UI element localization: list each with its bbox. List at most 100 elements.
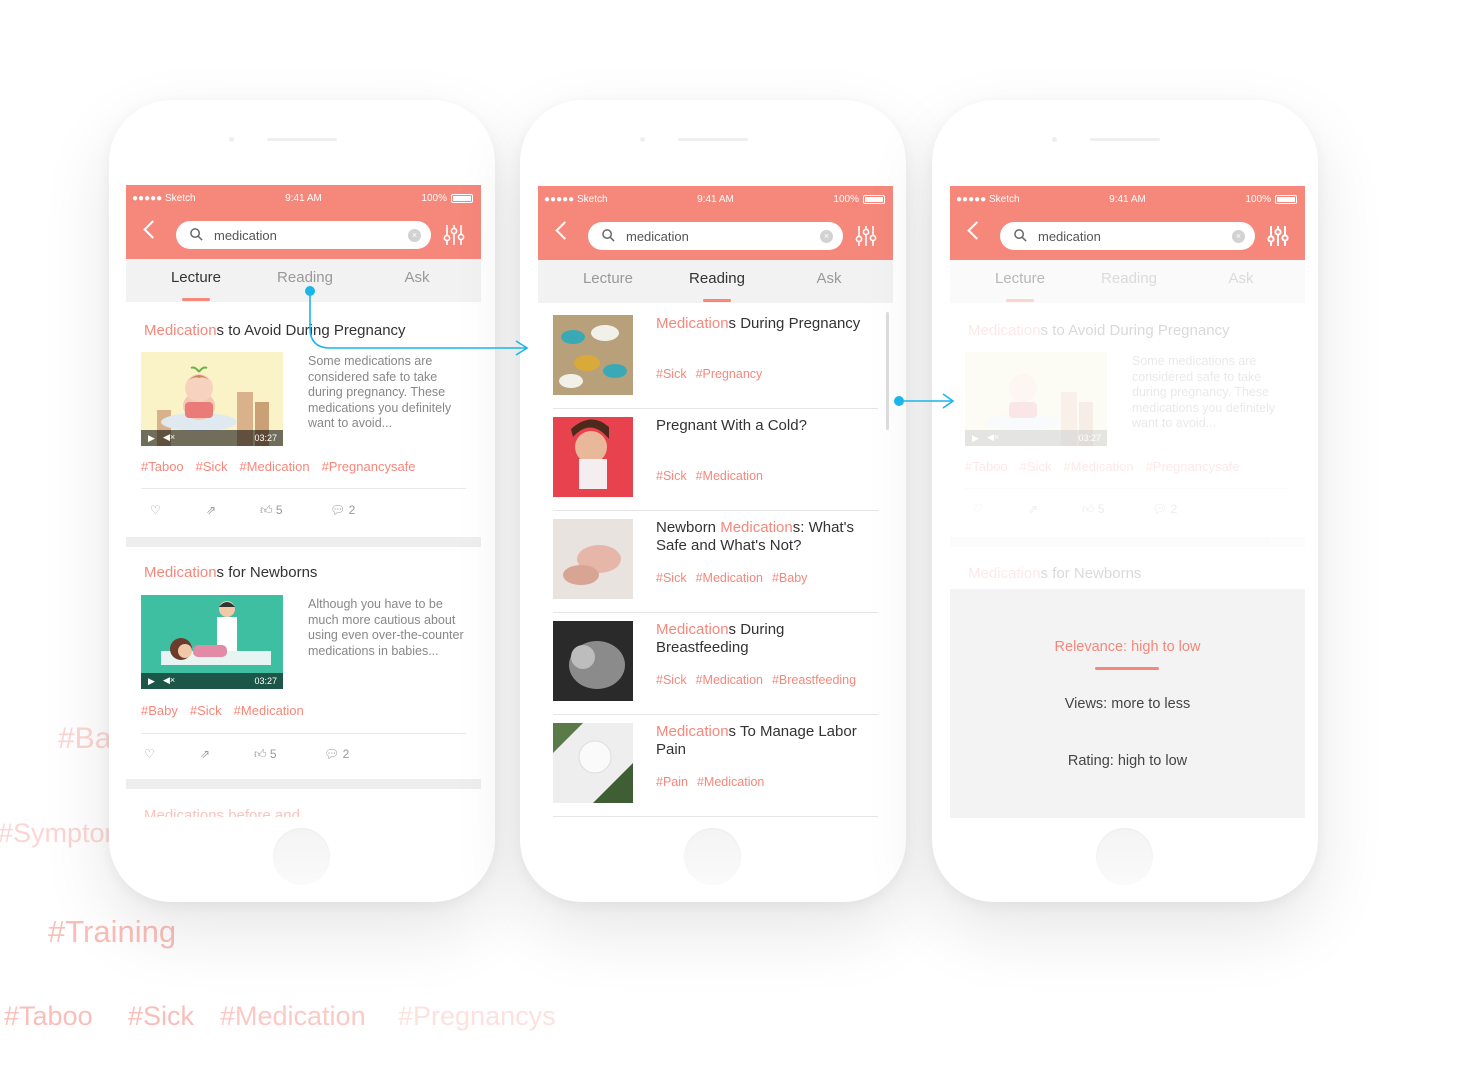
tag[interactable]: #Pregnancy (696, 367, 763, 381)
scrollbar[interactable] (886, 312, 889, 430)
tab-indicator (1006, 299, 1034, 302)
sort-option-views[interactable]: Views: more to less (950, 696, 1305, 712)
tag[interactable]: #Medication (234, 703, 304, 718)
heart-icon[interactable]: ♡ (150, 503, 161, 517)
app-header: ●●●●● Sketch 9:41 AM 100% × (126, 185, 481, 259)
tag[interactable]: #Medication (696, 571, 763, 585)
back-chevron-icon[interactable] (143, 220, 162, 239)
tag[interactable]: #Breastfeeding (772, 673, 856, 687)
divider (141, 488, 466, 489)
tab-lecture[interactable]: Lecture (970, 270, 1070, 302)
clear-search-icon[interactable]: × (1232, 230, 1245, 243)
tab-lecture[interactable]: Lecture (558, 270, 658, 287)
tag: #Sick (1019, 459, 1052, 474)
clear-search-icon[interactable]: × (820, 230, 833, 243)
dimmed-list: Medications to Avoid During Pregnancy ▶ ◀… (950, 303, 1305, 589)
comment-button[interactable]: 💬︎ 2 (324, 747, 349, 761)
filter-sliders-icon[interactable] (442, 223, 466, 247)
reading-item[interactable]: Medications During Breastfeeding #Sick #M… (553, 613, 878, 715)
camera-dot (229, 137, 234, 142)
comment-icon: 💬︎ (324, 747, 340, 761)
tag[interactable]: #Medication (239, 459, 309, 474)
comment-icon: 💬︎ 2 (1152, 502, 1178, 516)
tag[interactable]: #Sick (196, 459, 228, 474)
search-bar: × (176, 221, 431, 249)
mute-icon: ◀× (987, 432, 1000, 442)
tag[interactable]: #Medication (696, 469, 763, 483)
back-chevron-icon[interactable] (967, 221, 986, 240)
filter-sliders-icon[interactable] (854, 224, 878, 248)
video-thumbnail: ▶ ◀× 03:27 (965, 352, 1107, 446)
cold-woman-image (553, 417, 633, 497)
tab-indicator (703, 299, 731, 302)
camera-dot (640, 137, 645, 142)
bg-tag: #Taboo (4, 1001, 93, 1031)
screen: ●●●●● Sketch 9:41 AM 100% × Lecture Read… (950, 186, 1305, 818)
tab-reading[interactable]: Reading (1079, 270, 1179, 287)
reading-item[interactable]: Medications During Pregnancy #Sick #Pregn… (553, 307, 878, 409)
like-button[interactable]: 👍︎ 5 (254, 747, 277, 762)
tag-list: #Sick #Pregnancy (656, 367, 771, 381)
home-button[interactable] (684, 828, 741, 885)
video-thumbnail[interactable]: ▶ ◀× 03:27 (141, 595, 283, 689)
home-button[interactable] (1096, 828, 1153, 885)
clear-search-icon[interactable]: × (408, 229, 421, 242)
section-gap (950, 537, 1305, 547)
app-header: ●●●●● Sketch 9:41 AM 100% × (538, 186, 893, 260)
reading-item[interactable]: Medications To Manage Labor Pain #Pain #M… (553, 715, 878, 817)
reading-item[interactable]: Newborn Medications: What's Safe and Wha… (553, 511, 878, 613)
reading-title: Medications During Pregnancy (656, 315, 861, 332)
back-chevron-icon[interactable] (555, 221, 574, 240)
thumbs-up-icon: 👍︎ 5 (1082, 502, 1105, 516)
search-input[interactable] (626, 227, 816, 245)
play-icon[interactable]: ▶ (148, 676, 155, 687)
tag[interactable]: #Medication (696, 673, 763, 687)
share-icon[interactable]: ⇗ (206, 503, 216, 517)
phone-reading: ●●●●● Sketch 9:41 AM 100% × Lecture Read… (520, 100, 906, 902)
tag[interactable]: #Baby (772, 571, 807, 585)
tag[interactable]: #Sick (656, 469, 687, 483)
tag[interactable]: #Medication (697, 775, 764, 789)
sort-option-rating[interactable]: Rating: high to low (950, 753, 1305, 769)
partial-card-title: Medications before and … … (144, 807, 339, 817)
tab-indicator (182, 298, 210, 301)
tag[interactable]: #Sick (190, 703, 222, 718)
mute-icon[interactable]: ◀× (163, 432, 175, 443)
card-title: Medications for Newborns (144, 564, 318, 581)
heart-icon[interactable]: ♡ (144, 747, 155, 761)
tag-list: #Sick #Medication #Baby (656, 571, 816, 585)
tag[interactable]: #Sick (656, 571, 687, 585)
tag[interactable]: #Sick (656, 673, 687, 687)
home-button[interactable] (273, 828, 330, 885)
tab-ask[interactable]: Ask (779, 270, 879, 287)
like-button[interactable]: 👍︎ 5 (260, 503, 283, 518)
search-bar: × (1000, 222, 1255, 250)
phone-sort: ●●●●● Sketch 9:41 AM 100% × Lecture Read… (932, 100, 1318, 902)
filter-sliders-icon[interactable] (1266, 224, 1290, 248)
tag[interactable]: #Pregnancysafe (322, 459, 416, 474)
thumbs-up-icon: 👍︎ (260, 503, 273, 517)
video-controls: ▶ ◀× 03:27 (141, 673, 283, 689)
bg-tag: #Training (48, 914, 177, 949)
tag[interactable]: #Taboo (141, 459, 184, 474)
search-input[interactable] (1038, 227, 1228, 245)
search-icon (1014, 229, 1027, 242)
play-icon[interactable]: ▶ (148, 433, 155, 444)
video-thumbnail[interactable]: ▶ ◀× 03:27 (141, 352, 283, 446)
tab-reading[interactable]: Reading (667, 270, 767, 302)
tab-ask[interactable]: Ask (1191, 270, 1291, 287)
reading-item[interactable]: Pregnant With a Cold? #Sick #Medication (553, 409, 878, 511)
comment-button[interactable]: 💬︎ 2 (330, 503, 355, 517)
lecture-card[interactable]: Medications for Newborns ▶ ◀× 03:27 Althou… (126, 547, 481, 779)
video-duration: 03:27 (1078, 433, 1101, 443)
tag[interactable]: #Sick (656, 367, 687, 381)
divider (965, 488, 1290, 489)
search-input[interactable] (214, 226, 404, 244)
tag[interactable]: #Pain (656, 775, 688, 789)
share-icon[interactable]: ⇗ (200, 747, 210, 761)
mute-icon[interactable]: ◀× (163, 675, 175, 686)
tab-lecture[interactable]: Lecture (146, 269, 246, 301)
sort-option-relevance[interactable]: Relevance: high to low (950, 639, 1305, 670)
battery-icon (451, 194, 473, 203)
tag[interactable]: #Baby (141, 703, 178, 718)
